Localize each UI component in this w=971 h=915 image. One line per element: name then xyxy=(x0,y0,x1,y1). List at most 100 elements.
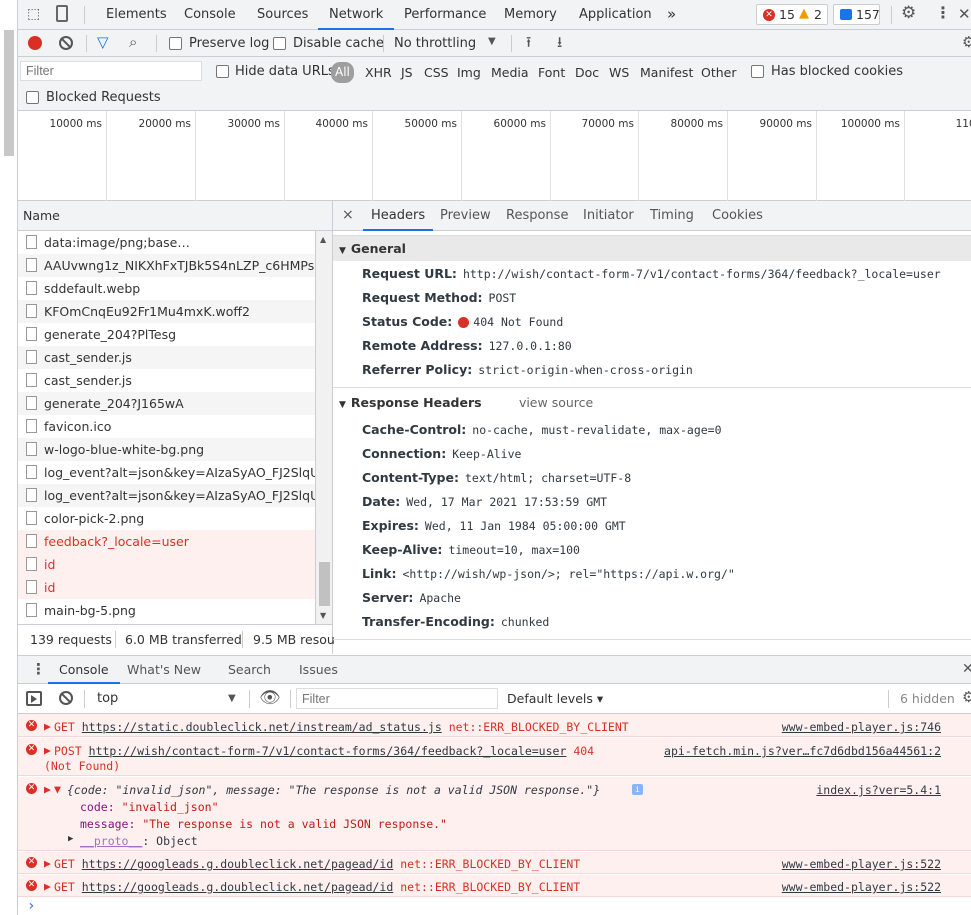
request-row[interactable]: color-pick-2.png xyxy=(18,507,315,530)
tab-headers[interactable]: Headers xyxy=(363,201,434,231)
request-row[interactable]: cast_sender.js xyxy=(18,346,315,369)
scroll-up-icon[interactable]: ▲ xyxy=(320,235,326,244)
chevron-down-icon[interactable]: ▼ xyxy=(228,693,236,704)
device-toolbar-icon[interactable] xyxy=(56,5,68,22)
chevron-down-icon[interactable]: ▼ xyxy=(488,36,496,47)
general-section-header[interactable]: ▼ General xyxy=(333,235,971,261)
tab-network[interactable]: Network xyxy=(318,0,395,30)
search-icon[interactable]: ⌕ xyxy=(129,33,137,51)
tab-preview[interactable]: Preview xyxy=(440,201,491,231)
object-summary[interactable]: {code: "invalid_json", message: "The res… xyxy=(67,783,600,797)
log-levels-dropdown[interactable]: Default levels ▾ xyxy=(507,691,603,706)
settings-gear-icon[interactable]: ⚙ xyxy=(901,3,916,23)
request-row[interactable]: sddefault.webp xyxy=(18,277,315,300)
source-link[interactable]: www-embed-player.js:522 xyxy=(782,880,941,894)
close-detail-icon[interactable]: × xyxy=(342,207,354,223)
import-har-icon[interactable]: ⭱ xyxy=(526,32,531,57)
issues-counter[interactable]: ✕ 15 ▲ 2 xyxy=(756,4,828,25)
request-url-link[interactable]: https://googleads.g.doubleclick.net/page… xyxy=(82,880,394,894)
type-filter-all[interactable]: All xyxy=(331,62,354,83)
request-url-link[interactable]: http://wish/contact-form-7/v1/contact-fo… xyxy=(89,744,567,758)
view-source-link[interactable]: view source xyxy=(519,395,593,410)
expand-arrow-icon[interactable]: ▶ xyxy=(68,834,73,844)
tab-timing[interactable]: Timing xyxy=(650,201,694,231)
tab-cookies[interactable]: Cookies xyxy=(712,201,763,231)
request-row[interactable]: AAUvwng1z_NIKXhFxTJBk5S4nLZP_c6HMPsR4. xyxy=(18,254,315,277)
request-row[interactable]: log_event?alt=json&key=AIzaSyAO_FJ2SlqU8… xyxy=(18,461,315,484)
request-row[interactable]: main-bg-5.png xyxy=(18,599,315,622)
request-url-link[interactable]: https://static.doubleclick.net/instream/… xyxy=(82,720,442,734)
network-overview-timeline[interactable]: 10000 ms 20000 ms 30000 ms 40000 ms 50000 ms… xyxy=(18,111,971,201)
scroll-down-icon[interactable]: ▼ xyxy=(320,611,326,620)
close-drawer-icon[interactable]: ✕ xyxy=(962,661,971,677)
page-scrollbar-thumb[interactable] xyxy=(4,30,14,156)
source-link[interactable]: api-fetch.min.js?ver…fc7d6dbd156a44561:2 xyxy=(664,744,941,758)
throttling-select[interactable]: No throttling xyxy=(394,36,476,51)
request-row[interactable]: id xyxy=(18,576,315,599)
inspect-element-icon[interactable]: ⬚ xyxy=(27,6,40,22)
type-filter-media[interactable]: Media xyxy=(491,65,529,80)
record-icon[interactable] xyxy=(28,36,42,50)
source-link[interactable]: www-embed-player.js:522 xyxy=(782,857,941,871)
close-devtools-icon[interactable]: ✕ xyxy=(958,5,971,23)
request-row[interactable]: generate_204?J165wA xyxy=(18,392,315,415)
expand-arrow-icon[interactable]: ▶ xyxy=(44,743,51,757)
expand-arrow-icon[interactable]: ▶ xyxy=(44,719,51,733)
tab-response[interactable]: Response xyxy=(506,201,568,231)
tab-performance[interactable]: Performance xyxy=(404,0,486,30)
more-options-icon[interactable]: ⋮ xyxy=(935,3,951,22)
console-settings-gear-icon[interactable]: ⚙ xyxy=(962,688,971,706)
console-prompt[interactable]: › xyxy=(18,898,971,915)
more-tabs-button[interactable]: » xyxy=(667,0,676,30)
hide-data-urls-checkbox[interactable] xyxy=(216,65,229,78)
preserve-log-checkbox[interactable] xyxy=(169,37,182,50)
filter-input[interactable] xyxy=(20,61,202,81)
drawer-tab-whats-new[interactable]: What's New xyxy=(127,656,201,684)
request-row[interactable]: generate_204?PlTesg xyxy=(18,323,315,346)
expand-arrow-icon[interactable]: ▶ xyxy=(44,782,51,796)
has-blocked-cookies-checkbox[interactable] xyxy=(751,65,764,78)
request-row[interactable]: data:image/png;base… xyxy=(18,231,315,254)
clear-icon[interactable] xyxy=(59,36,73,50)
expanded-arrow-icon[interactable]: ▼ xyxy=(54,782,61,796)
name-column-header[interactable]: Name xyxy=(18,201,333,231)
request-row[interactable]: cast_sender.js xyxy=(18,369,315,392)
expand-arrow-icon[interactable]: ▶ xyxy=(44,856,51,870)
tab-initiator[interactable]: Initiator xyxy=(583,201,634,231)
network-settings-gear-icon[interactable]: ⚙ xyxy=(962,33,971,51)
type-filter-xhr[interactable]: XHR xyxy=(365,65,392,80)
request-row[interactable]: id xyxy=(18,553,315,576)
page-scrollbar[interactable] xyxy=(0,0,18,200)
drawer-tab-console[interactable]: Console xyxy=(48,656,120,684)
type-filter-other[interactable]: Other xyxy=(701,65,737,80)
tab-application[interactable]: Application xyxy=(579,0,652,30)
console-filter-input[interactable] xyxy=(296,688,498,709)
type-filter-ws[interactable]: WS xyxy=(609,65,629,80)
type-filter-doc[interactable]: Doc xyxy=(575,65,599,80)
request-list-scrollbar-thumb[interactable] xyxy=(319,562,330,606)
type-filter-js[interactable]: JS xyxy=(401,65,413,80)
request-list-scrollbar[interactable]: ▲ ▼ xyxy=(316,231,333,624)
tab-sources[interactable]: Sources xyxy=(257,0,308,30)
show-sidebar-icon[interactable] xyxy=(26,691,42,706)
request-url-link[interactable]: https://googleads.g.doubleclick.net/page… xyxy=(82,857,394,871)
request-row[interactable]: w-logo-blue-white-bg.png xyxy=(18,438,315,461)
source-link[interactable]: www-embed-player.js:746 xyxy=(782,720,941,734)
response-headers-section-header[interactable]: ▼ Response Headers view source xyxy=(333,390,971,416)
context-select[interactable]: top xyxy=(97,691,118,706)
type-filter-img[interactable]: Img xyxy=(457,65,481,80)
source-link[interactable]: index.js?ver=5.4:1 xyxy=(816,783,941,797)
type-filter-css[interactable]: CSS xyxy=(424,65,449,80)
request-row[interactable]: feedback?_locale=user xyxy=(18,530,315,553)
tab-elements[interactable]: Elements xyxy=(106,0,167,30)
export-har-icon[interactable]: ⭳ xyxy=(557,32,562,57)
drawer-tab-search[interactable]: Search xyxy=(228,656,271,684)
drawer-menu-icon[interactable]: ⋮ xyxy=(31,660,46,678)
proto-key[interactable]: __proto__ xyxy=(80,834,142,848)
messages-counter[interactable]: 157 xyxy=(833,4,880,25)
type-filter-font[interactable]: Font xyxy=(538,65,565,80)
request-row[interactable]: favicon.ico xyxy=(18,415,315,438)
expand-arrow-icon[interactable]: ▶ xyxy=(44,879,51,893)
request-row[interactable]: log_event?alt=json&key=AIzaSyAO_FJ2SlqU8… xyxy=(18,484,315,507)
filter-icon[interactable]: ▽ xyxy=(97,33,109,51)
